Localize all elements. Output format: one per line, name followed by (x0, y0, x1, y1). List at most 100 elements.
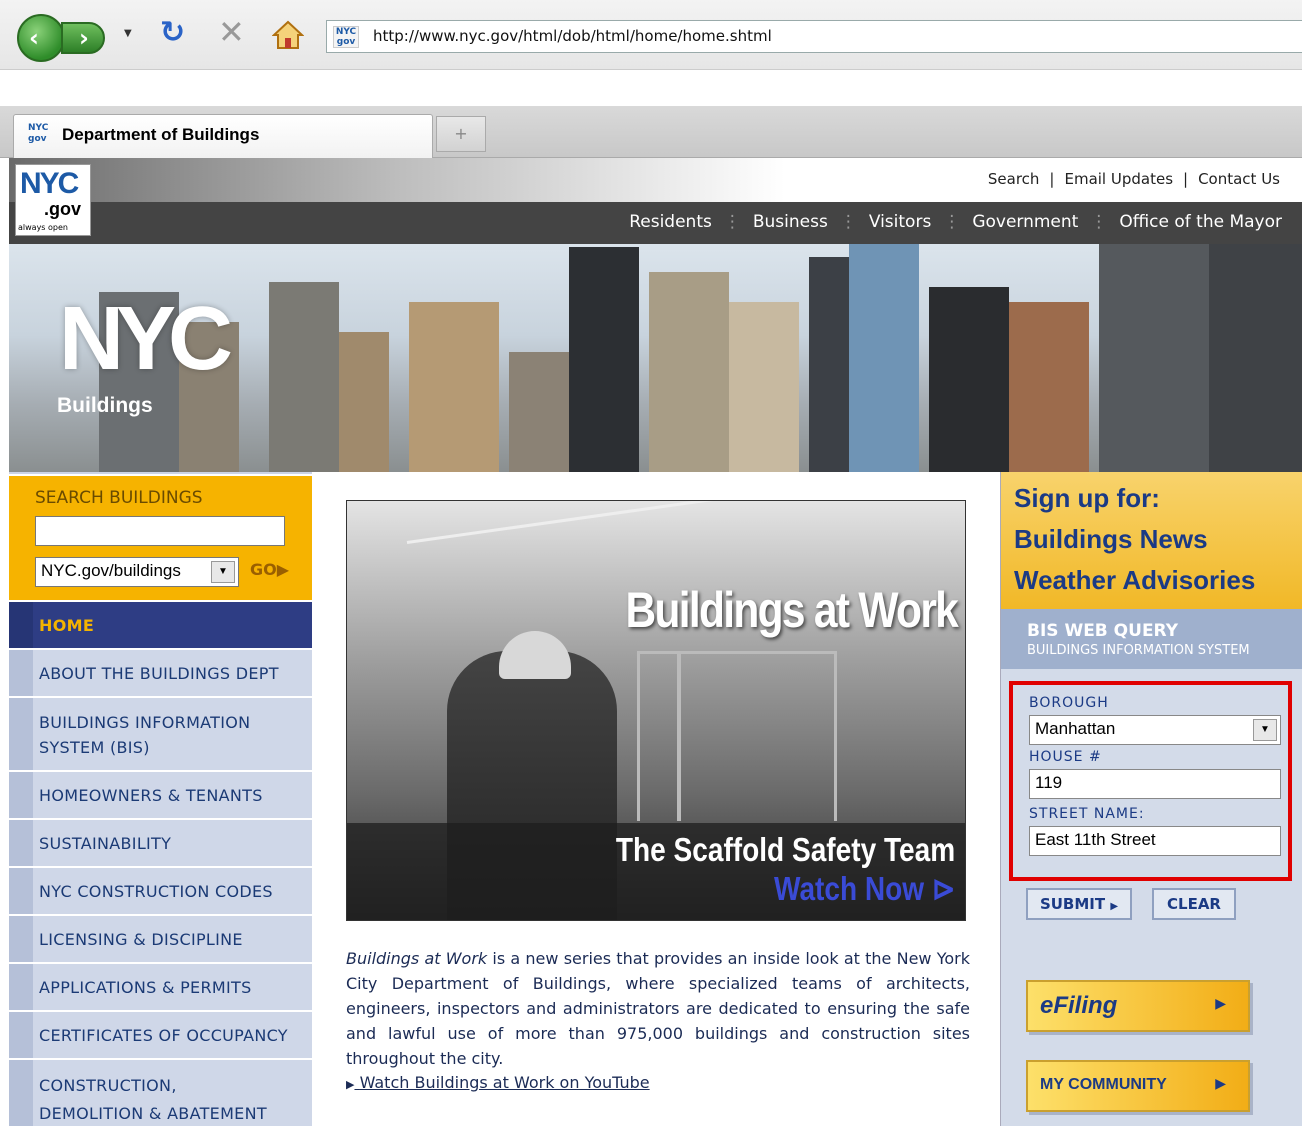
building-shape (409, 302, 499, 472)
history-dropdown-icon[interactable]: ▼ (124, 28, 132, 39)
logo-gov-text: .gov (44, 199, 82, 219)
building-shape (1009, 302, 1089, 472)
nyc-gov-logo[interactable]: NYC .gov always open (15, 164, 91, 236)
reload-icon[interactable]: ↻ (160, 18, 185, 48)
series-name: Buildings at Work (346, 949, 488, 968)
weather-advisories-link[interactable]: Weather Advisories (1014, 560, 1302, 601)
building-shape (849, 244, 919, 472)
sidebar-item-about[interactable]: ABOUT THE BUILDINGS DEPT (9, 648, 312, 696)
home-icon[interactable] (272, 20, 304, 50)
feature-video-image[interactable]: Buildings at Work The Scaffold Safety Te… (346, 500, 966, 921)
utility-bar: Search | Email Updates | Contact Us (9, 158, 1302, 202)
tab-strip: NYC gov Department of Buildings + (0, 106, 1302, 158)
separator: ⋮ (943, 212, 961, 232)
email-updates-link[interactable]: Email Updates (1064, 170, 1173, 188)
building-shape (269, 282, 339, 472)
play-arrow-icon: ▶ (346, 1078, 355, 1091)
tab-active[interactable]: NYC gov Department of Buildings (13, 114, 433, 158)
search-link[interactable]: Search (988, 170, 1040, 188)
sidebar-item-sustainability[interactable]: SUSTAINABILITY (9, 818, 312, 866)
chevron-down-icon[interactable]: ▼ (211, 561, 235, 583)
building-shape (929, 287, 1009, 472)
building-shape (649, 272, 729, 472)
url-text[interactable]: http://www.nyc.gov/html/dob/html/home/ho… (373, 27, 772, 45)
separator: | (1049, 170, 1055, 188)
logo-nyc-text: NYC (20, 167, 79, 200)
youtube-link[interactable]: ▶ Watch Buildings at Work on YouTube (346, 1073, 650, 1092)
play-arrow-icon: ▶ (1215, 1076, 1226, 1092)
right-sidebar: Sign up for: Buildings News Weather Advi… (1000, 472, 1302, 1126)
sidebar-item-bis[interactable]: BUILDINGS INFORMATION SYSTEM (BIS) (9, 696, 312, 770)
play-arrow-icon: ▶ (276, 560, 290, 579)
sidebar-item-certificates[interactable]: CERTIFICATES OF OCCUPANCY (9, 1010, 312, 1058)
buildings-news-link[interactable]: Buildings News (1014, 519, 1302, 560)
sidebar-item-construction[interactable]: CONSTRUCTION, DEMOLITION & ABATEMENT (9, 1058, 312, 1126)
logo-tagline: always open (18, 223, 68, 232)
new-tab-button[interactable]: + (436, 116, 486, 152)
separator: ⋮ (839, 212, 857, 232)
back-arrow-icon: ‹ (29, 24, 39, 52)
back-button[interactable]: ‹ (17, 14, 65, 62)
address-bar[interactable]: NYC gov http://www.nyc.gov/html/dob/html/… (326, 20, 1302, 53)
go-button[interactable]: GO▶ (250, 560, 289, 579)
page-content: Search | Email Updates | Contact Us Resident… (9, 158, 1302, 1126)
search-input[interactable] (35, 516, 285, 546)
bis-subtitle: BUILDINGS INFORMATION SYSTEM (1027, 643, 1250, 658)
bis-query-form: BOROUGH Manhattan ▼ HOUSE # 119 STREET N… (1009, 681, 1292, 881)
building-shape (339, 332, 389, 472)
clear-button[interactable]: CLEAR (1152, 888, 1236, 920)
nav-office-of-the-mayor[interactable]: Office of the Mayor (1119, 212, 1282, 232)
skyline-banner: NYC Buildings (9, 244, 1302, 472)
contact-us-link[interactable]: Contact Us (1198, 170, 1280, 188)
bis-title: BIS WEB QUERY (1027, 621, 1179, 641)
nav-buttons: ‹ › (17, 12, 117, 62)
submit-button[interactable]: SUBMIT ▶ (1026, 888, 1132, 920)
scaffold-shape (637, 651, 837, 821)
search-buildings-box: SEARCH BUILDINGS NYC.gov/buildings ▼ GO▶ (9, 474, 312, 600)
play-circle-icon: ⊳ (931, 870, 955, 907)
tab-favicon-icon: NYC gov (28, 123, 49, 144)
nav-residents[interactable]: Residents (629, 212, 712, 232)
sidebar-item-construction-codes[interactable]: NYC CONSTRUCTION CODES (9, 866, 312, 914)
street-label: STREET NAME: (1029, 806, 1145, 822)
play-arrow-icon: ▶ (1110, 901, 1119, 912)
cable-shape (406, 501, 962, 544)
street-name-input[interactable]: East 11th Street (1029, 826, 1281, 856)
efiling-button[interactable]: eFiling ▶ (1026, 980, 1250, 1032)
play-arrow-icon: ▶ (1215, 996, 1226, 1012)
feature-headline: Buildings at Work (625, 582, 958, 638)
watch-now-link[interactable]: Watch Now ⊳ (774, 869, 955, 908)
signup-title: Sign up for: (1014, 483, 1160, 513)
efiling-label: eFiling (1040, 992, 1118, 1019)
borough-label: BOROUGH (1029, 695, 1109, 711)
banner-nyc-logo: NYC (59, 289, 233, 389)
nav-business[interactable]: Business (753, 212, 828, 232)
search-scope-select[interactable]: NYC.gov/buildings ▼ (35, 557, 239, 587)
building-shape (1209, 244, 1302, 472)
helmet-shape (499, 631, 571, 679)
building-shape (729, 302, 799, 472)
house-number-input[interactable]: 119 (1029, 769, 1281, 799)
house-label: HOUSE # (1029, 749, 1102, 765)
my-community-button[interactable]: MY COMMUNITY ▶ (1026, 1060, 1250, 1112)
forward-button[interactable]: › (61, 22, 105, 54)
sidebar-item-licensing[interactable]: LICENSING & DISCIPLINE (9, 914, 312, 962)
plus-icon: + (454, 124, 468, 143)
building-shape (1099, 244, 1209, 472)
sidebar-item-home[interactable]: HOME (9, 600, 312, 648)
my-community-label: MY COMMUNITY (1040, 1076, 1167, 1093)
nav-government[interactable]: Government (972, 212, 1078, 232)
separator: ⋮ (723, 212, 741, 232)
nav-visitors[interactable]: Visitors (869, 212, 931, 232)
utility-links: Search | Email Updates | Contact Us (988, 170, 1280, 188)
borough-select[interactable]: Manhattan ▼ (1029, 715, 1281, 745)
sidebar-item-homeowners[interactable]: HOMEOWNERS & TENANTS (9, 770, 312, 818)
borough-value: Manhattan (1035, 719, 1116, 738)
banner-buildings-label: Buildings (57, 394, 153, 417)
separator: ⋮ (1090, 212, 1108, 232)
stop-icon[interactable]: ✕ (218, 16, 245, 48)
building-shape (569, 247, 639, 472)
chevron-down-icon[interactable]: ▼ (1253, 719, 1277, 741)
sidebar-item-applications[interactable]: APPLICATIONS & PERMITS (9, 962, 312, 1010)
building-shape (509, 352, 569, 472)
